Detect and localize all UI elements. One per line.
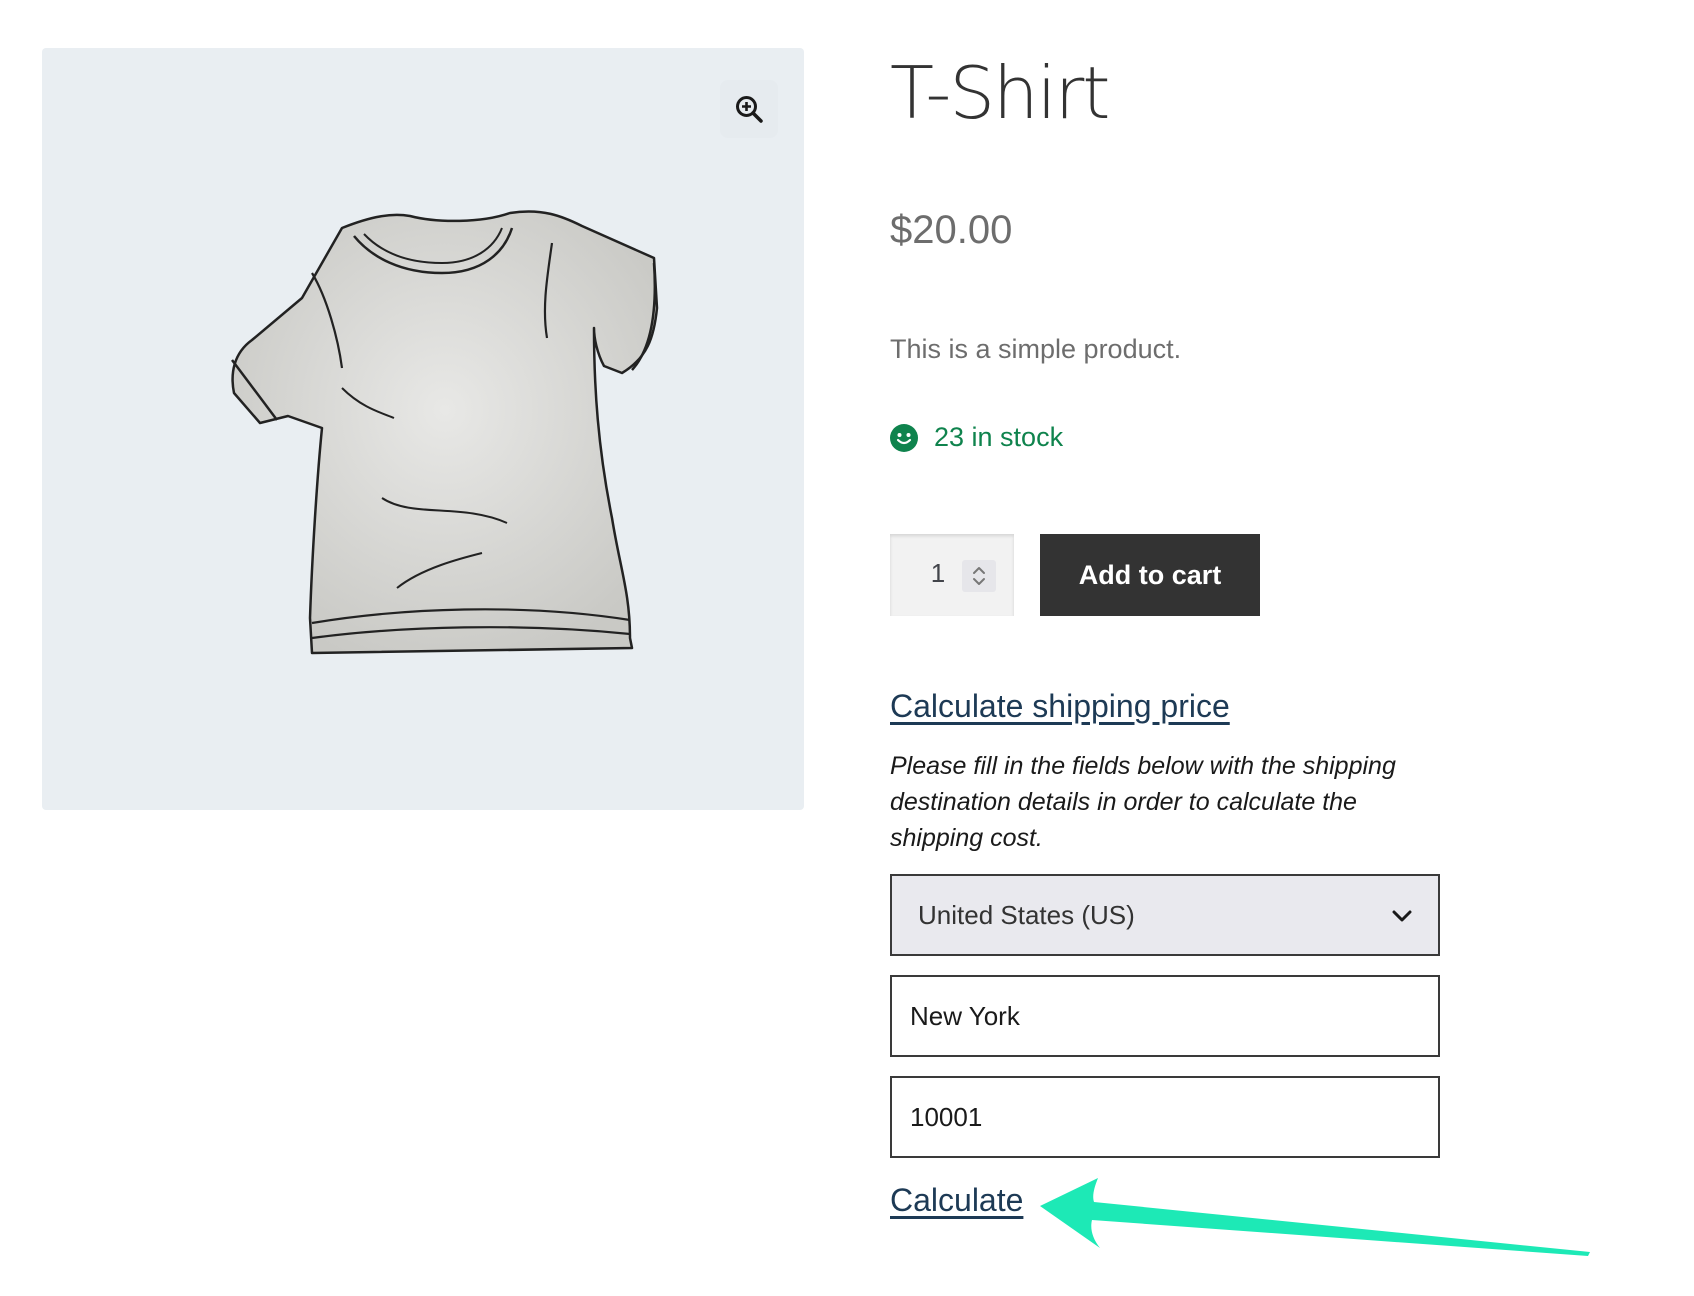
stock-text: 23 in stock bbox=[934, 422, 1064, 452]
product-title: T-Shirt bbox=[890, 51, 1111, 135]
quantity-value[interactable]: 1 bbox=[926, 558, 950, 589]
country-selected-value: United States (US) bbox=[918, 900, 1135, 930]
stock-status: 23 in stock bbox=[890, 422, 1063, 453]
product-gallery bbox=[42, 48, 804, 810]
calculate-shipping-toggle[interactable]: Calculate shipping price bbox=[890, 688, 1230, 725]
smiley-icon bbox=[890, 423, 918, 452]
annotation-arrow-icon bbox=[1040, 1178, 1590, 1256]
magnifier-zoom-icon bbox=[736, 96, 763, 123]
chevron-down-icon bbox=[1392, 910, 1412, 922]
postcode-field[interactable]: 10001 bbox=[890, 1076, 1440, 1158]
shipping-instructions: Please fill in the fields below with the… bbox=[890, 752, 1396, 852]
country-select[interactable]: United States (US) bbox=[890, 874, 1440, 956]
zoom-button[interactable] bbox=[720, 80, 778, 138]
postcode-value: 10001 bbox=[910, 1102, 983, 1132]
product-price: $20.00 bbox=[890, 208, 1013, 252]
quantity-stepper[interactable] bbox=[962, 560, 996, 592]
product-short-description: This is a simple product. bbox=[890, 334, 1182, 364]
city-field[interactable]: New York bbox=[890, 975, 1440, 1057]
add-to-cart-button[interactable]: Add to cart bbox=[1040, 534, 1260, 616]
spinner-arrows-icon bbox=[973, 567, 985, 585]
quantity-input[interactable]: 1 bbox=[890, 534, 1014, 616]
city-value: New York bbox=[910, 1001, 1020, 1031]
product-image[interactable] bbox=[42, 48, 804, 810]
calculate-button[interactable]: Calculate bbox=[890, 1182, 1023, 1219]
